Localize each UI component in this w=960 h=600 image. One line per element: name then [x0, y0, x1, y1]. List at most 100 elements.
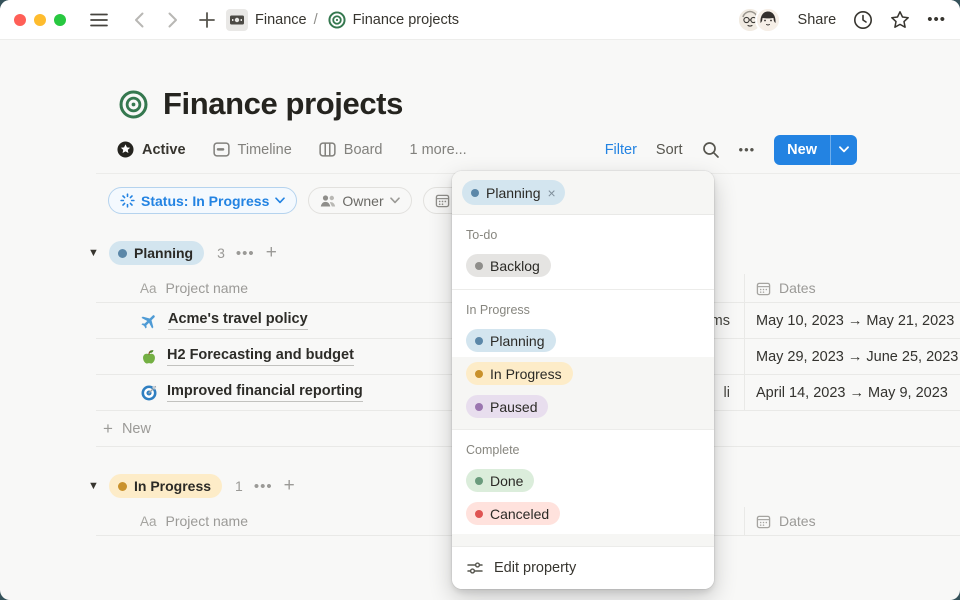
dates-cell[interactable]: May 10, 2023 → May 21, 2023 — [745, 313, 954, 329]
breadcrumb-separator: / — [314, 12, 318, 28]
avatar[interactable] — [755, 7, 781, 33]
dates-cell[interactable]: April 14, 2023 → May 9, 2023 — [745, 385, 948, 401]
breadcrumb-page[interactable]: Finance projects — [353, 12, 459, 28]
project-title[interactable]: Acme's travel policy — [168, 311, 308, 329]
breadcrumb: Finance / Finance projects — [226, 9, 459, 31]
new-button-chevron-down-icon[interactable] — [830, 135, 857, 165]
status-filter-label: Status: In Progress — [141, 193, 269, 209]
clock-icon[interactable] — [853, 10, 873, 30]
chevron-down-icon — [390, 197, 400, 204]
status-dot — [471, 189, 479, 197]
breadcrumb-workspace[interactable]: Finance — [255, 12, 307, 28]
option-canceled[interactable]: Canceled — [452, 497, 714, 530]
option-label: Paused — [490, 399, 537, 415]
group-add-icon[interactable]: + — [266, 242, 277, 264]
tab-more-views[interactable]: 1 more... — [410, 142, 467, 158]
group-label: Planning — [134, 245, 193, 261]
dates-column-header[interactable]: Dates — [779, 280, 816, 296]
collapse-triangle-icon[interactable]: ▼ — [88, 480, 98, 492]
name-column-header[interactable]: Project name — [166, 513, 248, 529]
sidebar-toggle-hamburger-icon[interactable] — [86, 7, 112, 33]
minimize-window-button[interactable] — [34, 14, 46, 26]
views-toolbar: Active Timeline Board 1 more... Filter S… — [96, 126, 960, 174]
project-title[interactable]: H2 Forecasting and budget — [167, 347, 354, 365]
selected-tag-planning[interactable]: Planning × — [462, 180, 565, 205]
page-title: Finance projects — [163, 86, 403, 122]
status-dot — [475, 262, 483, 270]
tab-label: Active — [142, 142, 186, 158]
new-button-label[interactable]: New — [774, 135, 830, 165]
dart-target-icon — [140, 384, 158, 402]
dropdown-options: To-do Backlog In Progress Planning In Pr… — [452, 215, 714, 546]
new-button[interactable]: New — [774, 135, 857, 165]
option-label: Backlog — [490, 258, 540, 274]
remove-tag-close-icon[interactable]: × — [548, 186, 556, 200]
plus-icon: + — [103, 419, 113, 439]
option-label: Canceled — [490, 506, 549, 522]
view-more-icon[interactable]: ••• — [739, 142, 756, 157]
edit-property-label: Edit property — [494, 560, 576, 576]
tab-active[interactable]: Active — [117, 141, 186, 158]
selected-tag-label: Planning — [486, 185, 541, 201]
dates-cell[interactable]: May 29, 2023 → June 25, 2023 — [745, 349, 958, 365]
status-filter-dropdown: Planning × To-do Backlog In Progress Pla… — [452, 171, 714, 589]
group-status-tag[interactable]: In Progress — [109, 474, 222, 498]
owner-cell-fragment[interactable]: li — [724, 385, 730, 401]
more-options-icon[interactable]: ••• — [927, 11, 946, 28]
group-label: In Progress — [134, 478, 211, 494]
scroll-strip — [452, 534, 714, 546]
status-dot — [475, 510, 483, 518]
text-property-icon: Aa — [140, 514, 157, 529]
option-backlog[interactable]: Backlog — [452, 249, 714, 282]
nav-forward-icon[interactable] — [160, 7, 186, 33]
filter-button[interactable]: Filter — [605, 142, 637, 158]
group-add-icon[interactable]: + — [284, 475, 295, 497]
view-tabs: Active Timeline Board 1 more... — [117, 141, 467, 158]
status-dot — [475, 477, 483, 485]
airplane-icon — [140, 311, 159, 330]
calendar-icon — [435, 193, 450, 208]
sort-button[interactable]: Sort — [656, 142, 683, 158]
owner-filter-pill[interactable]: Owner — [308, 187, 411, 214]
close-window-button[interactable] — [14, 14, 26, 26]
option-paused[interactable]: Paused — [452, 390, 714, 423]
page-title-bullseye-icon — [119, 90, 148, 119]
dates-column-header[interactable]: Dates — [779, 513, 816, 529]
option-done[interactable]: Done — [452, 464, 714, 497]
zoom-window-button[interactable] — [54, 14, 66, 26]
status-dot — [475, 403, 483, 411]
tab-timeline[interactable]: Timeline — [213, 141, 292, 158]
group-more-icon[interactable]: ••• — [236, 245, 255, 262]
status-dot — [475, 370, 483, 378]
calendar-icon — [756, 281, 771, 296]
collapse-triangle-icon[interactable]: ▼ — [88, 247, 98, 259]
tab-board[interactable]: Board — [319, 141, 383, 158]
option-in-progress[interactable]: In Progress — [452, 357, 714, 390]
status-dot — [475, 337, 483, 345]
group-more-icon[interactable]: ••• — [254, 478, 273, 495]
section-label-todo: To-do — [452, 215, 714, 249]
owner-people-icon — [320, 194, 336, 208]
dropdown-search-input[interactable]: Planning × — [452, 171, 714, 215]
share-button[interactable]: Share — [798, 12, 837, 28]
board-icon — [319, 141, 336, 158]
status-dot — [118, 482, 127, 491]
new-row-label: New — [122, 421, 151, 437]
search-icon[interactable] — [702, 141, 720, 159]
group-count: 1 — [235, 478, 243, 494]
nav-back-icon[interactable] — [126, 7, 152, 33]
option-planning[interactable]: Planning — [452, 324, 714, 357]
status-filter-pill[interactable]: Status: In Progress — [108, 187, 297, 214]
traffic-lights — [14, 14, 66, 26]
group-status-tag[interactable]: Planning — [109, 241, 204, 265]
edit-property-button[interactable]: Edit property — [452, 546, 714, 589]
new-page-plus-icon[interactable] — [194, 7, 220, 33]
topbar: Finance / Finance projects Share — [0, 0, 960, 40]
view-controls: Filter Sort ••• New — [605, 135, 857, 165]
text-property-icon: Aa — [140, 281, 157, 296]
favorite-star-icon[interactable] — [890, 10, 910, 30]
sliders-icon — [467, 561, 483, 575]
name-column-header[interactable]: Project name — [166, 280, 248, 296]
owner-filter-label: Owner — [342, 193, 383, 209]
project-title[interactable]: Improved financial reporting — [167, 383, 363, 401]
